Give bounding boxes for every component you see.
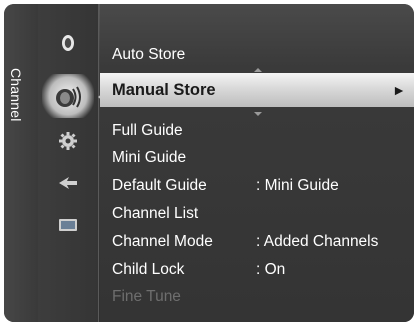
- scroll-up-indicator: [254, 68, 262, 72]
- scroll-down-indicator: [254, 112, 262, 116]
- menu-item-label: Channel List: [112, 205, 199, 222]
- submenu-arrow-icon: ►: [392, 82, 406, 98]
- menu-item-channel-list[interactable]: Channel List: [112, 201, 402, 227]
- menu-item-value: : Mini Guide: [256, 177, 339, 194]
- menu-item-channel-mode[interactable]: Channel Mode : Added Channels: [112, 229, 402, 255]
- category-icon-column: [38, 4, 99, 322]
- setup-gear-icon[interactable]: [50, 128, 86, 154]
- menu-item-label: Channel Mode: [112, 233, 213, 250]
- menu-item-mini-guide[interactable]: Mini Guide: [112, 145, 402, 171]
- menu-item-label: Default Guide: [112, 177, 207, 194]
- tv-osd-screen: Channel Auto Store Manual Store ► Full G…: [0, 0, 418, 328]
- menu-item-label: Child Lock: [112, 261, 185, 278]
- menu-item-manual-store[interactable]: Manual Store ►: [100, 73, 414, 107]
- channel-menu-list: Auto Store Manual Store ► Full Guide Min…: [100, 4, 414, 322]
- menu-item-label: Fine Tune: [112, 288, 181, 305]
- menu-item-value: : Added Channels: [256, 233, 379, 250]
- menu-panel: Channel Auto Store Manual Store ► Full G…: [4, 4, 414, 322]
- input-arrow-icon[interactable]: [50, 170, 86, 196]
- menu-item-auto-store[interactable]: Auto Store: [112, 42, 402, 68]
- channel-side-tab[interactable]: Channel: [4, 4, 38, 322]
- channel-icon[interactable]: [50, 84, 86, 110]
- menu-item-label: Auto Store: [112, 46, 186, 63]
- menu-item-label: Manual Store: [112, 81, 216, 99]
- menu-item-fine-tune: Fine Tune: [112, 284, 402, 310]
- menu-item-label: Full Guide: [112, 122, 183, 139]
- menu-item-value: : On: [256, 261, 286, 278]
- menu-item-default-guide[interactable]: Default Guide : Mini Guide: [112, 173, 402, 199]
- menu-item-full-guide[interactable]: Full Guide: [112, 118, 402, 144]
- menu-item-child-lock[interactable]: Child Lock : On: [112, 257, 402, 283]
- application-icon[interactable]: [50, 212, 86, 238]
- picture-icon[interactable]: [50, 30, 86, 56]
- menu-item-label: Mini Guide: [112, 149, 187, 166]
- side-tab-label: Channel: [8, 68, 24, 122]
